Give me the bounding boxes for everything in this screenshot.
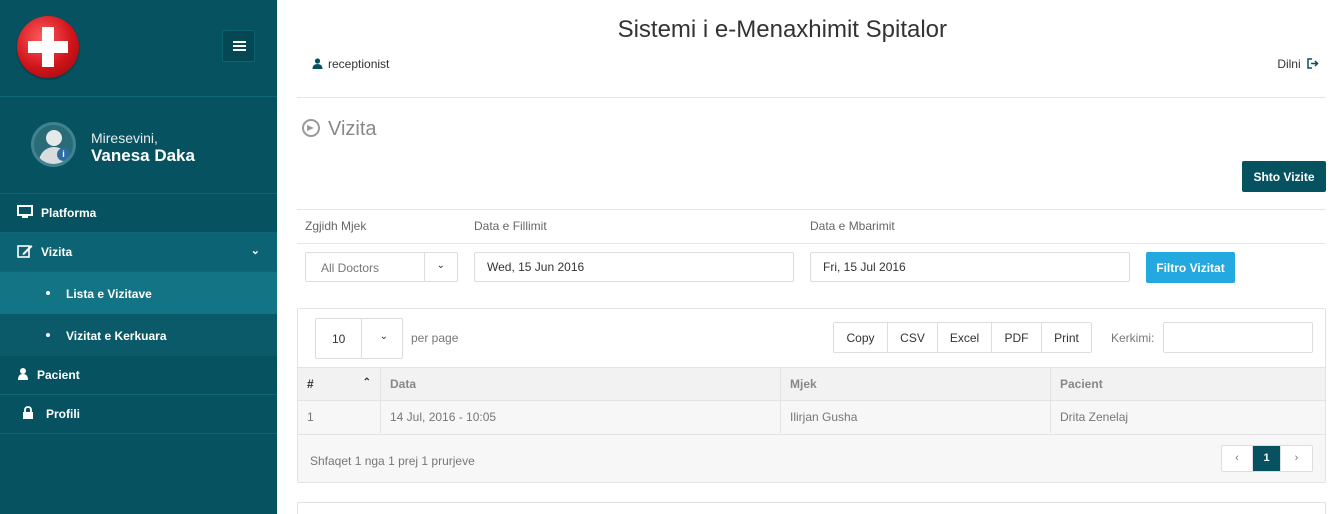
monitor-icon (17, 205, 33, 218)
user-role: receptionist (328, 57, 390, 71)
table-info: Shfaqet 1 nga 1 prej 1 prurjeve (310, 454, 475, 468)
sidebar-item-label: Pacient (37, 368, 80, 382)
main-content: Sistemi i e-Menaxhimit Spitalor receptio… (277, 0, 1332, 514)
page-1-button[interactable]: 1 (1253, 446, 1281, 471)
sidebar-item-profili[interactable]: Profili (0, 395, 277, 434)
app-title: Sistemi i e-Menaxhimit Spitalor (617, 16, 947, 43)
sidebar: i Miresevini, Vanesa Daka Platforma Vizi… (0, 0, 277, 514)
column-header-pacient[interactable]: Pacient (1051, 368, 1323, 400)
column-header-mjek[interactable]: Mjek (781, 368, 1051, 400)
sort-ascending-icon: ⌃ (362, 377, 371, 388)
sidebar-item-label: Platforma (41, 206, 97, 220)
hospital-logo[interactable] (17, 16, 79, 78)
pdf-button[interactable]: PDF (992, 323, 1042, 352)
sidebar-item-label: Vizita (41, 245, 73, 259)
start-date-input[interactable]: Wed, 15 Jun 2016 (474, 252, 794, 282)
end-date-label: Data e Mbarimit (810, 219, 895, 233)
sidebar-subitem-label: Vizitat e Kerkuara (66, 329, 167, 343)
excel-button[interactable]: Excel (938, 323, 992, 352)
welcome-text: Miresevini, (91, 130, 158, 146)
circle-arrow-right-icon (302, 119, 320, 137)
page-title-text: Vizita (328, 118, 377, 140)
avatar: i (31, 122, 76, 167)
user-role-link[interactable]: receptionist (312, 57, 389, 71)
doctor-select-value: All Doctors (321, 261, 380, 275)
user-icon (312, 58, 323, 69)
divider (297, 243, 1326, 244)
divider (297, 97, 1326, 98)
chevron-down-icon: ⌄ (436, 260, 445, 271)
per-page-label: per page (411, 331, 459, 345)
edit-icon (17, 245, 33, 258)
bullet-icon (46, 291, 50, 295)
search-label: Kerkimi: (1111, 331, 1155, 345)
logout-link[interactable]: Dilni (1277, 57, 1319, 71)
per-page-value: 10 (332, 332, 346, 346)
prev-page-button[interactable]: ‹ (1222, 446, 1253, 471)
column-header-data[interactable]: Data (381, 368, 781, 400)
sidebar-item-pacient[interactable]: Pacient (0, 356, 277, 395)
sidebar-item-vizita[interactable]: Vizita ⌄ (0, 233, 277, 272)
cell-date: 14 Jul, 2016 - 10:05 (381, 401, 781, 433)
next-page-button[interactable]: › (1281, 446, 1312, 471)
username: Vanesa Daka (91, 146, 195, 165)
copy-button[interactable]: Copy (834, 323, 888, 352)
search-input[interactable] (1163, 322, 1313, 353)
lock-icon (23, 406, 33, 419)
cell-doctor: Ilirjan Gusha (781, 401, 1051, 433)
add-visit-button[interactable]: Shto Vizite (1242, 161, 1326, 192)
sidebar-item-platforma[interactable]: Platforma (0, 194, 277, 233)
doctor-select[interactable]: All Doctors ⌄ (305, 252, 458, 282)
table-footer: Shfaqet 1 nga 1 prej 1 prurjeve ‹ 1 › (298, 435, 1325, 482)
table-header: # ⌃ Data Mjek Pacient (298, 367, 1325, 401)
logout-label: Dilni (1277, 57, 1301, 71)
column-header-number[interactable]: # ⌃ (298, 368, 381, 400)
export-button-group: Copy CSV Excel PDF Print (833, 322, 1092, 353)
logo-bar (0, 0, 277, 97)
end-date-input[interactable]: Fri, 15 Jul 2016 (810, 252, 1130, 282)
csv-button[interactable]: CSV (888, 323, 938, 352)
chevron-down-icon: ⌄ (379, 331, 388, 342)
chevron-down-icon: ⌄ (250, 245, 260, 257)
print-button[interactable]: Print (1042, 323, 1091, 352)
visits-table-panel: 10 ⌄ per page Copy CSV Excel PDF Print K… (297, 308, 1326, 483)
sidebar-subitem-lista-e-vizitave[interactable]: Lista e Vizitave (0, 272, 277, 314)
user-icon (18, 368, 28, 380)
cell-patient: Drita Zenelaj (1060, 410, 1129, 424)
user-profile: i Miresevini, Vanesa Daka (0, 97, 277, 194)
sidebar-subitem-label: Lista e Vizitave (66, 287, 152, 301)
per-page-select[interactable]: 10 ⌄ (315, 318, 403, 359)
sign-out-icon (1307, 58, 1319, 69)
sidebar-subitem-vizitat-e-kerkuara[interactable]: Vizitat e Kerkuara (0, 314, 277, 356)
bullet-icon (46, 333, 50, 337)
sidebar-item-label: Profili (46, 407, 81, 421)
page-title: Vizita (302, 118, 377, 141)
pagination: ‹ 1 › (1221, 445, 1313, 472)
table-row[interactable]: 1 14 Jul, 2016 - 10:05 Ilirjan Gusha Dri… (298, 401, 1325, 435)
menu-toggle-button[interactable] (222, 30, 255, 62)
start-date-label: Data e Fillimit (474, 219, 547, 233)
filter-visits-button[interactable]: Filtro Vizitat (1146, 252, 1235, 283)
divider (297, 209, 1326, 210)
cell-number: 1 (298, 401, 381, 433)
secondary-panel (297, 502, 1326, 514)
doctor-filter-label: Zgjidh Mjek (305, 219, 367, 233)
